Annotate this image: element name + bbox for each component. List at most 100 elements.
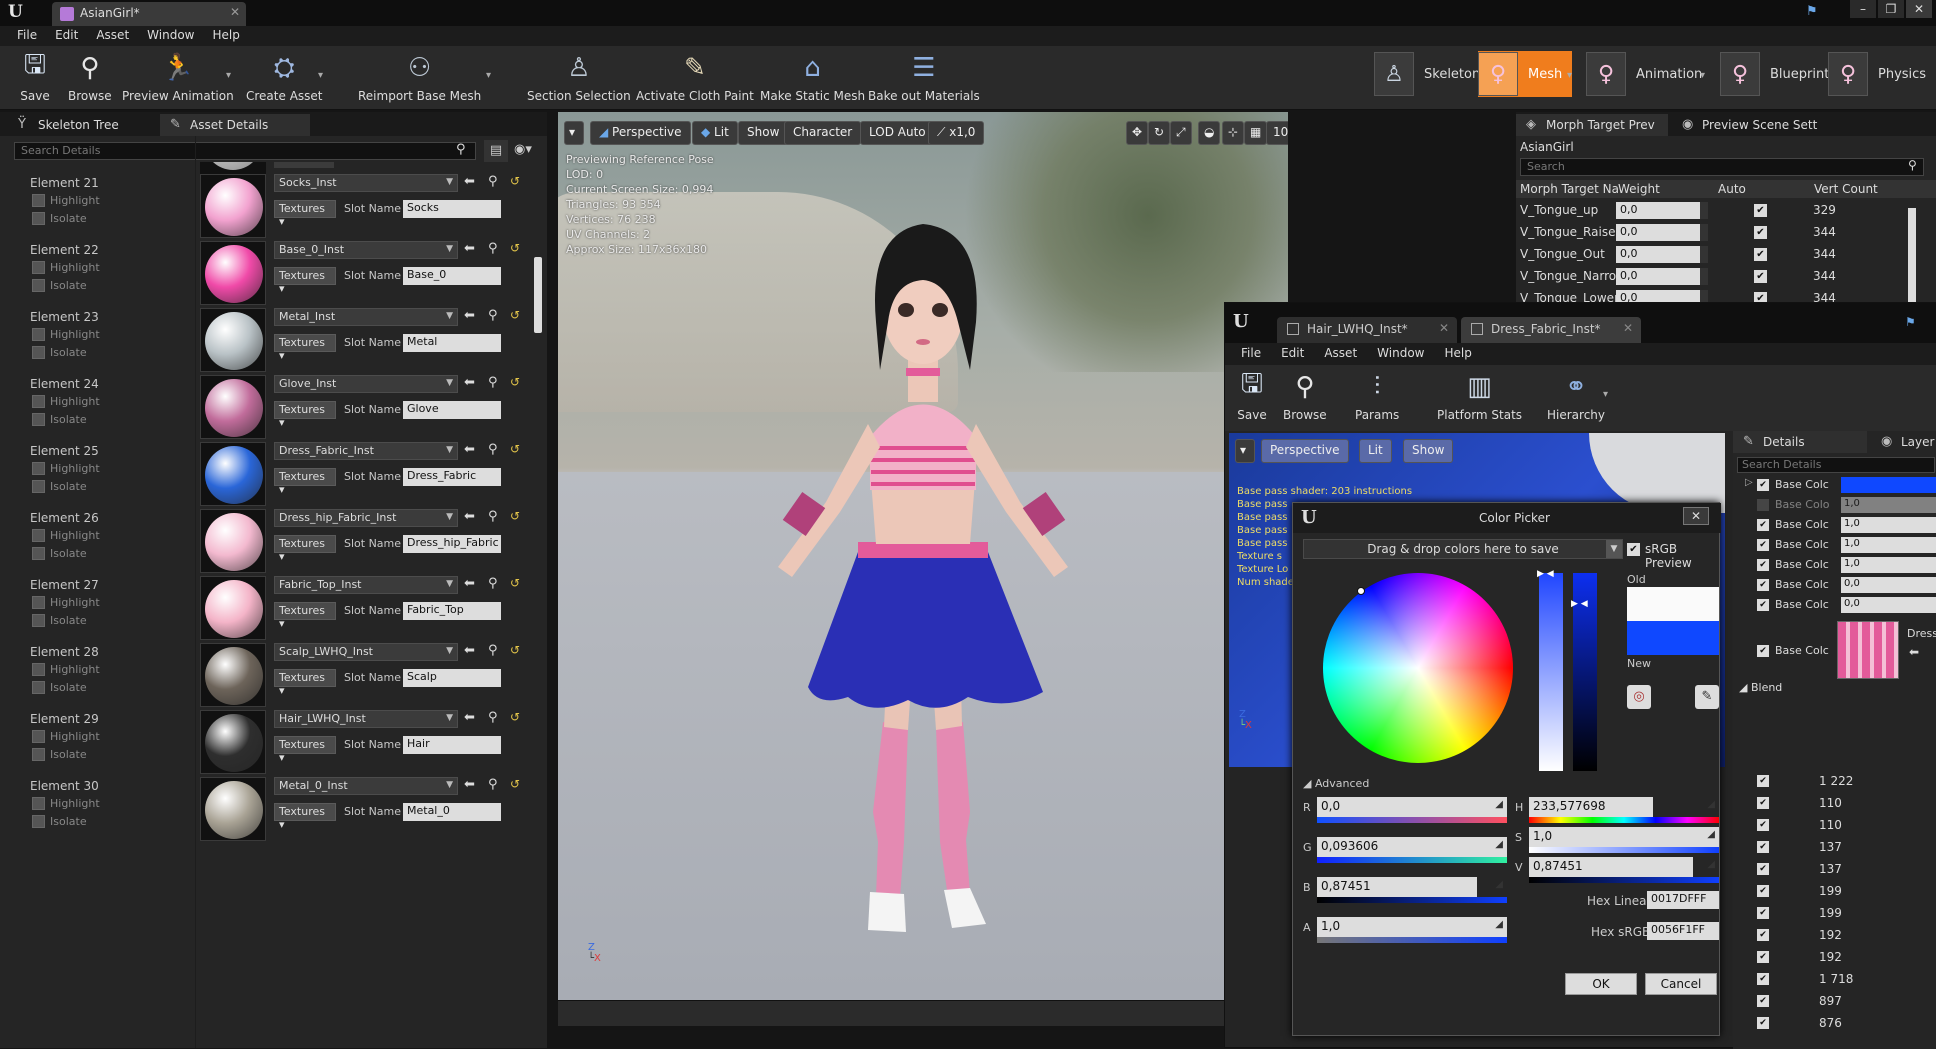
tab-layer[interactable]: ◉ Layer [1871, 431, 1936, 453]
slot-name-input[interactable]: Glove [403, 401, 501, 419]
drag-handle-icon[interactable] [1700, 268, 1708, 285]
material-picker[interactable]: Glove_Inst ▼ [274, 375, 458, 393]
auto-checkbox[interactable]: ✔ [1757, 775, 1769, 787]
material-picker[interactable]: Scalp_LWHQ_Inst ▼ [274, 643, 458, 661]
reimport-base-mesh-button[interactable]: ⚇ Reimport Base Mesh [358, 50, 481, 103]
make-static-mesh-button[interactable]: ⌂ Make Static Mesh [760, 50, 865, 103]
preview-animation-button[interactable]: 🏃 Preview Animation [122, 50, 234, 103]
textures-dropdown[interactable]: Textures ▾ [274, 334, 336, 362]
me-save-button[interactable]: 🖫 Save [1233, 369, 1271, 422]
browse-search-icon[interactable]: ⚲ [488, 710, 498, 725]
lit-button[interactable]: ◆ Lit [692, 121, 738, 145]
morph-row[interactable]: V_Tongue_Out 0,0 ✔ 344 [1516, 244, 1936, 266]
morph-search-input[interactable]: Search [1520, 158, 1924, 176]
textures-dropdown[interactable]: Textures ▾ [274, 602, 336, 630]
use-selected-arrow-icon[interactable]: ⬅ [464, 710, 475, 725]
tab-hair-lwhq-inst[interactable]: Hair_LWHQ_Inst* ✕ [1277, 317, 1457, 343]
use-selected-arrow-icon[interactable]: ⬅ [464, 375, 475, 390]
col-weight[interactable]: Weight [1618, 182, 1660, 196]
hex-srgb-input[interactable]: 0056F1FF [1647, 922, 1719, 940]
textures-dropdown[interactable]: Textures ▾ [274, 803, 336, 831]
mesh-mode-dropdown-icon[interactable]: ▾ [1567, 70, 1572, 81]
blend-section[interactable]: ◢ Blend [1739, 681, 1782, 694]
morph-weight-input[interactable]: 0,0 [1616, 268, 1708, 285]
auto-checkbox[interactable]: ✔ [1757, 907, 1769, 919]
material-picker[interactable]: Socks_Inst ▼ [274, 174, 458, 192]
textures-dropdown[interactable]: Textures ▾ [274, 669, 336, 697]
activate-cloth-paint-button[interactable]: ✎ Activate Cloth Paint [636, 50, 754, 103]
morph-scrollbar[interactable] [1908, 208, 1916, 302]
use-selected-arrow-icon[interactable]: ⬅ [464, 643, 475, 658]
morph-weight-input[interactable]: 0,0 [1616, 224, 1708, 241]
menu-edit[interactable]: Edit [46, 26, 87, 46]
s-field[interactable]: S 1,0 ◢ [1515, 827, 1719, 853]
isolate-checkbox[interactable] [32, 547, 45, 560]
auto-checkbox[interactable]: ✔ [1757, 995, 1769, 1007]
menu-file[interactable]: File [8, 26, 46, 46]
mode-physics-button[interactable]: ♀ Physics [1828, 51, 1926, 97]
scale-icon[interactable]: ⤢ [1170, 121, 1192, 145]
saturation-handle-icon[interactable]: ▶ ◀ [1537, 569, 1554, 579]
auto-checkbox[interactable]: ✔ [1757, 797, 1769, 809]
override-checkbox[interactable]: ✔ [1757, 559, 1769, 571]
animation-mode-dropdown-icon[interactable]: ▾ [1700, 70, 1705, 81]
isolate-checkbox[interactable] [32, 614, 45, 627]
saved-colors-dropzone[interactable]: Drag & drop colors here to save ▼ [1303, 539, 1623, 559]
srgb-preview-checkbox[interactable]: ✔ [1627, 543, 1640, 556]
tab-morph-target-preview[interactable]: ◈ Morph Target Prev [1516, 114, 1668, 136]
slot-name-input[interactable]: Hair [403, 736, 501, 754]
override-checkbox[interactable]: ✔ [1757, 539, 1769, 551]
highlight-checkbox[interactable] [32, 261, 45, 274]
browse-search-icon[interactable]: ⚲ [488, 174, 498, 189]
browse-search-icon[interactable]: ⚲ [488, 777, 498, 792]
auto-checkbox[interactable]: ✔ [1757, 929, 1769, 941]
auto-checkbox[interactable]: ✔ [1757, 885, 1769, 897]
hierarchy-dropdown-icon[interactable]: ▾ [1603, 389, 1608, 400]
bake-out-materials-button[interactable]: ☰ Bake out Materials [868, 50, 980, 103]
highlight-checkbox[interactable] [32, 797, 45, 810]
isolate-checkbox[interactable] [32, 480, 45, 493]
slot-name-input[interactable]: Fabric_Top [403, 602, 501, 620]
reset-to-default-icon[interactable]: ↺ [510, 576, 520, 590]
use-selected-arrow-icon[interactable]: ⬅ [464, 509, 475, 524]
isolate-checkbox[interactable] [32, 815, 45, 828]
menu-edit[interactable]: Edit [1271, 343, 1314, 365]
reset-to-default-icon[interactable]: ↺ [510, 710, 520, 724]
isolate-checkbox[interactable] [32, 212, 45, 225]
browse-search-icon[interactable]: ⚲ [488, 509, 498, 524]
me-lit-button[interactable]: Lit [1359, 439, 1392, 463]
close-tab-icon[interactable]: ✕ [1623, 321, 1633, 335]
auto-checkbox[interactable]: ✔ [1757, 863, 1769, 875]
material-picker[interactable]: Hair_LWHQ_Inst ▼ [274, 710, 458, 728]
auto-checkbox[interactable]: ✔ [1754, 248, 1767, 261]
menu-asset[interactable]: Asset [87, 26, 138, 46]
browse-search-icon[interactable]: ⚲ [488, 643, 498, 658]
viewport-options-button[interactable]: ▾ [564, 121, 584, 145]
texture-thumbnail[interactable] [1837, 621, 1899, 679]
auto-checkbox[interactable]: ✔ [1757, 973, 1769, 985]
textures-dropdown[interactable]: Textures ▾ [274, 535, 336, 563]
morph-weight-input[interactable]: 0,0 [1616, 202, 1708, 219]
r-field[interactable]: R 0,0 ◢ [1303, 797, 1507, 823]
close-icon[interactable]: ✕ [1906, 0, 1932, 18]
morph-row[interactable]: V_Tongue_up 0,0 ✔ 329 [1516, 200, 1936, 222]
material-picker[interactable]: Metal_0_Inst ▼ [274, 777, 458, 795]
eyedropper-icon[interactable]: ✎ [1695, 685, 1719, 709]
menu-asset[interactable]: Asset [1314, 343, 1367, 365]
use-selected-arrow-icon[interactable]: ⬅ [464, 174, 475, 189]
grid-size-button[interactable]: 10 [1266, 121, 1288, 145]
morph-row[interactable]: V_Tongue_Raise 0,0 ✔ 344 [1516, 222, 1936, 244]
tab-asset-details[interactable]: ✎ Asset Details [160, 114, 310, 136]
material-picker[interactable]: Dress_hip_Fabric_Inst ▼ [274, 509, 458, 527]
chevron-down-icon[interactable]: ▼ [1606, 540, 1622, 558]
textures-dropdown[interactable]: Textures ▾ [274, 267, 336, 295]
menu-file[interactable]: File [1231, 343, 1271, 365]
col-auto[interactable]: Auto [1718, 182, 1746, 196]
a-field[interactable]: A 1,0 ◢ [1303, 917, 1507, 943]
use-selected-arrow-icon[interactable]: ⬅ [1909, 645, 1919, 659]
grid-snap-icon[interactable]: ▦ [1244, 121, 1268, 145]
old-color-swatch[interactable] [1627, 587, 1719, 621]
g-field[interactable]: G 0,093606 ◢ [1303, 837, 1507, 863]
highlight-checkbox[interactable] [32, 462, 45, 475]
world-local-icon[interactable]: ◒ [1198, 121, 1221, 145]
